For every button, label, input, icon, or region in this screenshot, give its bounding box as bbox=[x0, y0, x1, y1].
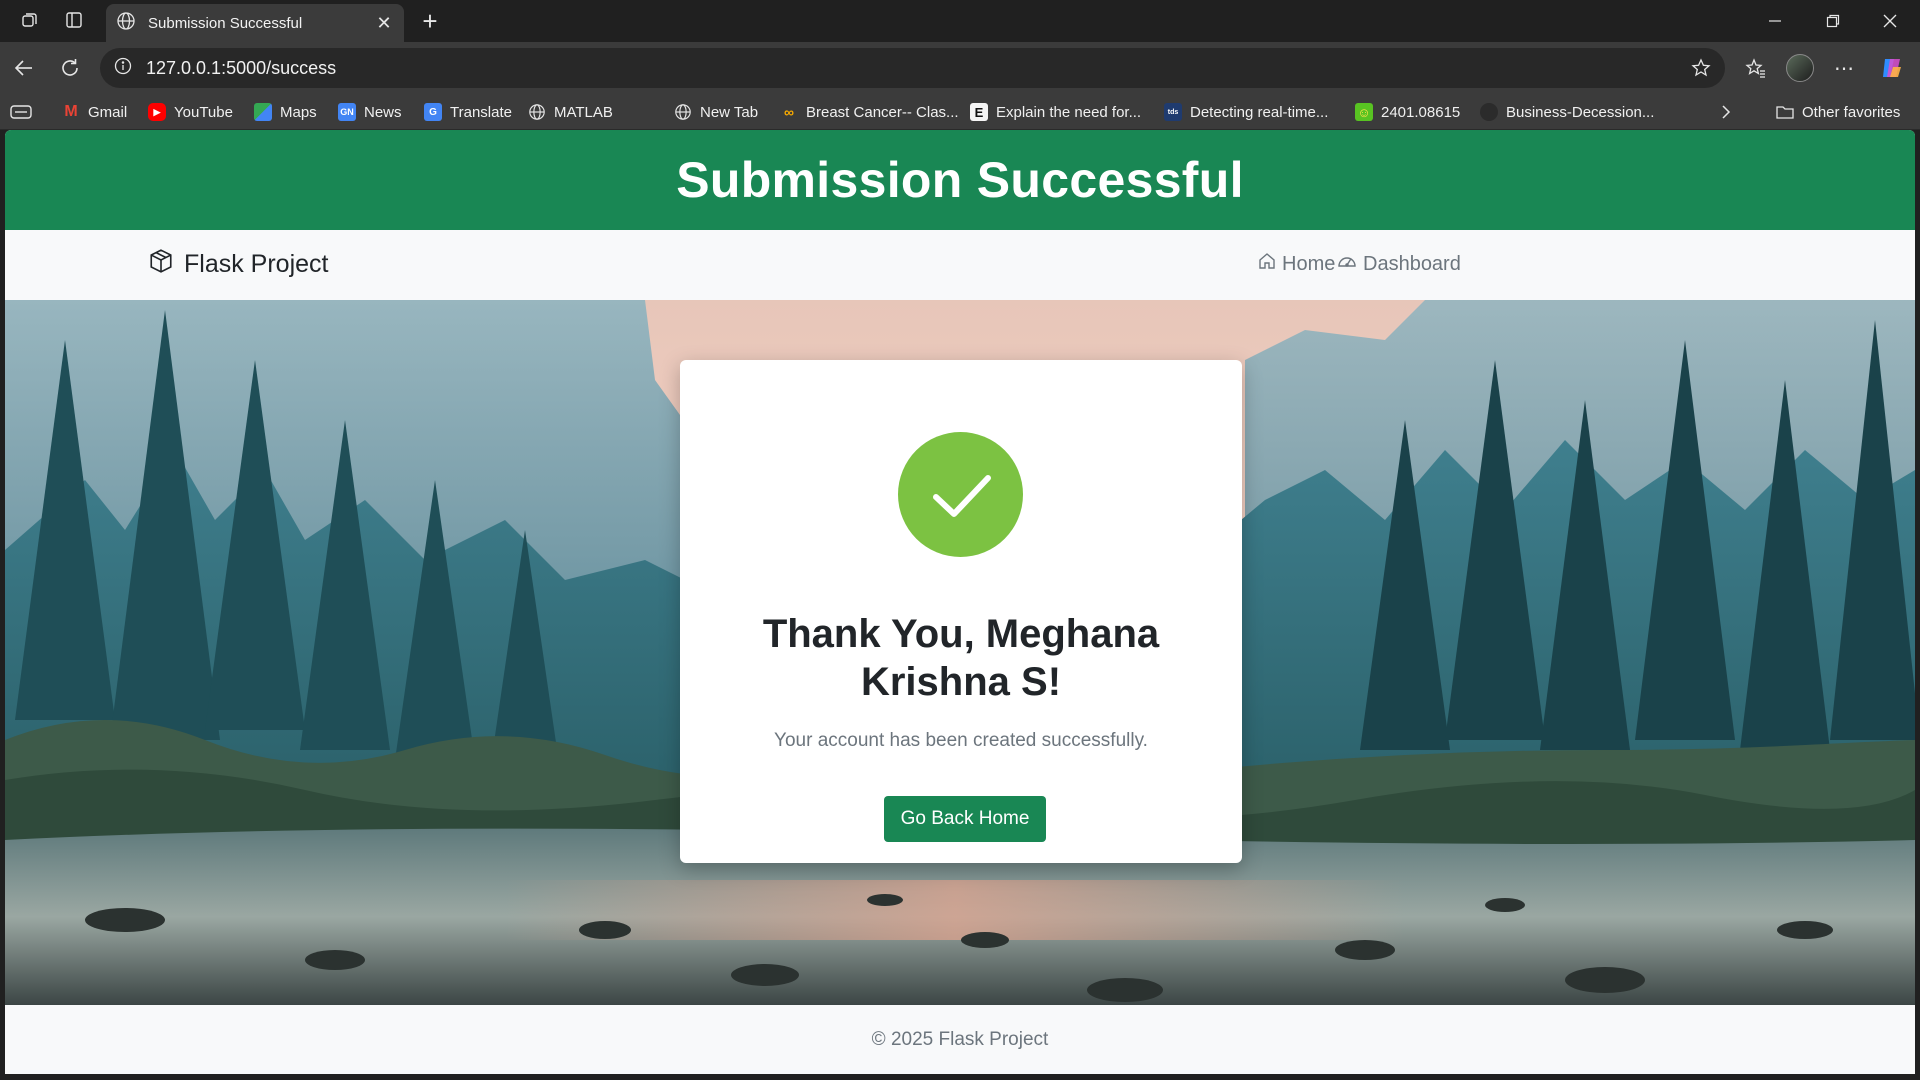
copilot-icon[interactable] bbox=[1876, 52, 1908, 84]
page-footer: © 2025 Flask Project bbox=[5, 1005, 1915, 1074]
favorite-star-icon[interactable] bbox=[1691, 58, 1711, 83]
news-icon: GN bbox=[338, 103, 356, 121]
other-favorites-label: Other favorites bbox=[1802, 103, 1901, 121]
workspaces-icon[interactable] bbox=[14, 6, 46, 34]
more-bookmarks-chevron-icon[interactable] bbox=[1720, 94, 1732, 130]
go-back-home-button[interactable]: Go Back Home bbox=[884, 796, 1046, 842]
bookmark-label: Maps bbox=[280, 103, 317, 121]
site-icon: tds bbox=[1164, 103, 1182, 121]
active-tab[interactable]: Submission Successful ✕ bbox=[106, 4, 404, 42]
globe-icon bbox=[116, 11, 136, 36]
youtube-icon: ▶ bbox=[148, 103, 166, 121]
page-viewport: Submission Successful Flask Project Home… bbox=[5, 130, 1915, 1074]
bookmark-detecting[interactable]: tds Detecting real-time... bbox=[1164, 94, 1328, 130]
bookmark-label: Gmail bbox=[88, 103, 128, 121]
tab-actions-icon[interactable] bbox=[58, 6, 90, 34]
bookmark-new-tab[interactable]: New Tab bbox=[674, 94, 758, 130]
bookmark-explain[interactable]: E Explain the need for... bbox=[970, 94, 1141, 130]
globe-icon bbox=[674, 103, 692, 121]
bookmark-label: Business-Decession... bbox=[1506, 103, 1655, 121]
thank-you-heading: Thank You, Meghana Krishna S! bbox=[762, 612, 1160, 704]
smiley-icon: ☺ bbox=[1355, 103, 1373, 121]
restore-icon[interactable] bbox=[1803, 0, 1863, 42]
bookmark-maps[interactable]: Maps bbox=[254, 94, 317, 130]
site-info-icon[interactable] bbox=[114, 57, 132, 80]
background-landscape-image: Thank You, Meghana Krishna S! Your accou… bbox=[5, 300, 1915, 1005]
other-favorites[interactable]: Other favorites bbox=[1776, 94, 1900, 130]
footer-copyright: © 2025 Flask Project bbox=[871, 1028, 1049, 1050]
gmail-icon: M bbox=[64, 103, 78, 120]
bookmark-label: News bbox=[364, 103, 402, 121]
back-icon[interactable] bbox=[8, 52, 40, 84]
house-icon bbox=[1258, 252, 1282, 276]
maps-icon bbox=[254, 103, 272, 121]
brand-label: Flask Project bbox=[184, 250, 329, 278]
bookmark-breast-cancer[interactable]: ∞ Breast Cancer-- Clas... bbox=[780, 94, 959, 130]
browser-titlebar: Submission Successful ✕ + bbox=[0, 0, 1920, 42]
reload-icon[interactable] bbox=[54, 52, 86, 84]
bookmark-news[interactable]: GN News bbox=[338, 94, 402, 130]
page-header: Submission Successful bbox=[5, 130, 1915, 230]
bookmark-microsoft[interactable] bbox=[634, 94, 661, 130]
minimize-icon[interactable] bbox=[1745, 0, 1805, 42]
nav-dashboard-label: Dashboard bbox=[1363, 252, 1461, 275]
address-bar[interactable]: 127.0.0.1:5000/success bbox=[100, 48, 1725, 88]
navbar-brand[interactable]: Flask Project bbox=[148, 248, 328, 281]
bookmark-label: MATLAB bbox=[554, 103, 613, 121]
folder-icon bbox=[1776, 103, 1794, 121]
bookmark-label: 2401.08615 bbox=[1381, 103, 1461, 121]
nav-dashboard[interactable]: Dashboard bbox=[1337, 252, 1461, 276]
success-message: Your account has been created successful… bbox=[774, 730, 1148, 751]
page-title: Submission Successful bbox=[676, 152, 1244, 208]
bookmark-gmail[interactable]: M Gmail bbox=[62, 94, 127, 130]
bookmark-label: New Tab bbox=[700, 103, 759, 121]
bookmark-translate[interactable]: G Translate bbox=[424, 94, 512, 130]
bookmark-label: Breast Cancer-- Clas... bbox=[806, 103, 959, 121]
close-tab-icon[interactable]: ✕ bbox=[374, 13, 394, 34]
translate-icon: G bbox=[424, 103, 442, 121]
e-icon: E bbox=[970, 103, 988, 121]
more-options-icon[interactable]: ⋯ bbox=[1828, 52, 1860, 84]
box-icon bbox=[148, 248, 184, 281]
colab-icon: ∞ bbox=[784, 104, 794, 120]
bookmark-arxiv[interactable]: ☺ 2401.08615 bbox=[1355, 94, 1460, 130]
success-card: Thank You, Meghana Krishna S! Your accou… bbox=[680, 360, 1242, 863]
speedometer-icon bbox=[1337, 252, 1363, 276]
bookmark-label: Translate bbox=[450, 103, 512, 121]
microsoft-icon bbox=[634, 103, 653, 122]
success-check-icon bbox=[898, 432, 1023, 557]
bookmark-label: Explain the need for... bbox=[996, 103, 1142, 121]
bookmark-label: Detecting real-time... bbox=[1190, 103, 1329, 121]
close-window-icon[interactable] bbox=[1860, 0, 1920, 42]
globe-icon bbox=[528, 103, 546, 121]
bookmarks-bar: M Gmail ▶ YouTube Maps GN News G Transla… bbox=[0, 94, 1920, 130]
github-icon bbox=[1480, 103, 1498, 121]
new-tab-button[interactable]: + bbox=[414, 6, 446, 36]
nav-home[interactable]: Home bbox=[1258, 252, 1335, 276]
favorites-icon[interactable] bbox=[1740, 52, 1772, 84]
sidebar-toggle-icon[interactable] bbox=[10, 94, 32, 130]
bookmark-matlab[interactable]: MATLAB bbox=[528, 94, 613, 130]
nav-home-label: Home bbox=[1282, 252, 1336, 275]
bookmark-label: YouTube bbox=[174, 103, 233, 121]
tab-title: Submission Successful bbox=[148, 14, 303, 32]
bookmark-youtube[interactable]: ▶ YouTube bbox=[148, 94, 233, 130]
navbar: Flask Project Home Dashboard bbox=[5, 230, 1915, 300]
url-text: 127.0.0.1:5000/success bbox=[146, 57, 337, 78]
bookmark-github[interactable]: Business-Decession... bbox=[1480, 94, 1654, 130]
browser-toolbar: 127.0.0.1:5000/success ⋯ bbox=[0, 42, 1920, 94]
profile-avatar[interactable] bbox=[1784, 52, 1816, 84]
